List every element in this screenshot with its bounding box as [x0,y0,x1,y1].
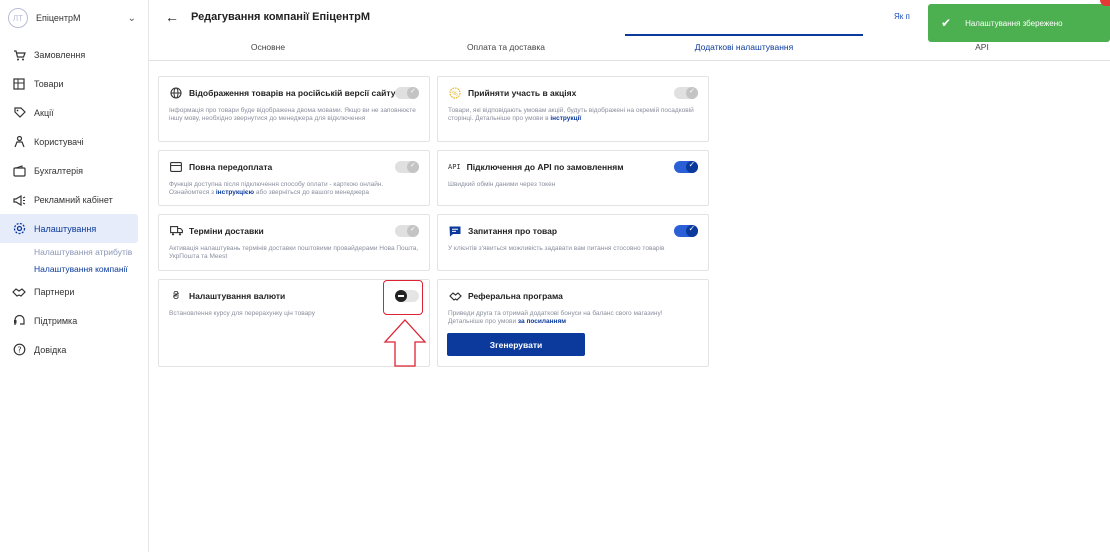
company-switcher[interactable]: ЛТ ЕпіцентрМ ⌄ [0,0,148,36]
promos-toggle[interactable] [674,87,698,99]
card-ru-version: Відображення товарів на російській версі… [158,76,430,142]
card-api: API Підключення до API по замовленням Шв… [437,150,709,206]
card-title: Реферальна програма [468,291,563,301]
instructions-link[interactable]: інструкцією [216,189,254,196]
megaphone-icon [12,193,26,207]
discount-icon [12,106,26,120]
card-description: У клієнтів з'явиться можливість задавати… [448,245,665,252]
sidebar-item-settings[interactable]: Налаштування [0,214,138,243]
api-toggle[interactable] [674,160,698,173]
card-description: Функція доступна після підключення спосо… [169,181,384,196]
api-icon: API [448,163,461,171]
sidebar-item-promos[interactable]: Акції [0,98,148,127]
company-name: ЕпіцентрМ [36,13,81,23]
sidebar-item-label: Товари [34,78,64,89]
wallet-icon [12,164,26,178]
sidebar-item-label: Партнери [34,286,75,297]
help-icon: ? [12,343,26,357]
sidebar-item-partners[interactable]: Партнери [0,277,148,306]
sidebar-item-label: Замовлення [34,49,86,60]
card-title: Відображення товарів на російській версі… [189,88,396,98]
card-delivery-terms: Терміни доставки Активація налаштувань т… [158,214,430,271]
chat-icon [448,224,462,238]
help-link[interactable]: Як п [894,12,910,21]
sidebar-nav: Замовлення Товари Акції Користувачі Бухг… [0,40,148,364]
annotation-up-arrow-icon [383,319,427,367]
tab-payment-delivery[interactable]: Оплата та доставка [387,34,625,60]
annotation-highlight-box [383,280,423,315]
referral-terms-link[interactable]: за посиланням [518,318,566,325]
delivery-terms-toggle[interactable] [395,225,419,237]
tab-main[interactable]: Основне [149,34,387,60]
tab-additional-settings[interactable]: Додаткові налаштування [625,34,863,60]
products-icon [12,77,26,91]
card-description: Активація налаштувань термінів доставки … [169,245,419,260]
toast-message: Налаштування збережено [965,18,1063,28]
success-toast: ✔ Налаштування збережено [928,4,1110,42]
sidebar-item-products[interactable]: Товари [0,69,148,98]
instructions-link[interactable]: інструкції [550,115,581,122]
card-title: Підключення до API по замовленням [466,162,624,172]
users-icon [12,135,26,149]
card-title: Повна передоплата [189,162,273,172]
sidebar-subitem-company[interactable]: Налаштування компанії [0,260,148,277]
card-description: Інформація про товари буде відображена д… [169,107,416,122]
sidebar-item-label: Підтримка [34,315,78,326]
sidebar-item-support[interactable]: Підтримка [0,306,148,335]
handshake-icon [12,285,26,299]
handshake-icon [448,289,462,303]
card-title: Запитання про товар [468,226,558,236]
sidebar-subitem-attributes[interactable]: Налаштування атрибутів [0,243,148,260]
hryvnia-icon: ₴ [172,290,180,302]
sidebar-item-label: Користувачі [34,136,84,147]
card-description: Встановлення курсу для перерахунку цін т… [169,310,315,317]
sidebar-divider [148,0,149,552]
sidebar-item-label: Довідка [34,344,67,355]
ru-version-toggle[interactable] [395,87,419,99]
support-icon [12,314,26,328]
sidebar-item-ads[interactable]: Рекламний кабінет [0,185,148,214]
chevron-down-icon: ⌄ [127,12,136,24]
card-referral: Реферальна програма Приведи друга та отр… [437,279,709,367]
card-description: Швидкий обмін даними через токен [448,181,556,188]
sidebar-item-accounting[interactable]: Бухгалтерія [0,156,148,185]
card-title: Терміни доставки [189,226,264,236]
globe-icon [169,86,183,100]
card-title: Налаштування валюти [189,291,286,301]
generate-button[interactable]: Згенерувати [447,333,585,356]
sidebar-item-label: Бухгалтерія [34,165,83,176]
check-icon: ✔ [941,16,952,30]
prepayment-toggle[interactable] [395,161,419,173]
sidebar-item-users[interactable]: Користувачі [0,127,148,156]
card-payment-icon [169,160,183,174]
page-title: Редагування компанії ЕпіцентрМ [191,11,370,23]
truck-icon [169,224,183,238]
back-arrow-icon[interactable]: ← [165,9,179,25]
card-title: Прийняти участь в акціях [468,88,577,98]
sidebar-item-label: Налаштування [34,223,97,234]
card-description: Товари, які відповідають умовам акцій, б… [448,107,694,122]
sidebar: ЛТ ЕпіцентрМ ⌄ Замовлення Товари Акції К… [0,0,148,552]
sidebar-item-orders[interactable]: Замовлення [0,40,148,69]
gear-icon [12,222,26,236]
svg-text:?: ? [17,345,21,354]
sidebar-item-label: Рекламний кабінет [34,194,113,205]
card-promos: % Прийняти участь в акціях Товари, які в… [437,76,709,142]
svg-text:%: % [452,91,458,98]
card-description: Приведи друга та отримай додаткові бонус… [448,310,663,325]
card-prepayment: Повна передоплата Функція доступна після… [158,150,430,206]
sidebar-item-help[interactable]: ? Довідка [0,335,148,364]
cart-icon [12,48,26,62]
avatar: ЛТ [8,8,28,28]
promo-badge-icon: % [448,86,462,100]
product-questions-toggle[interactable] [674,224,698,237]
sidebar-item-label: Акції [34,107,54,118]
card-product-questions: Запитання про товар У клієнтів з'явиться… [437,214,709,271]
